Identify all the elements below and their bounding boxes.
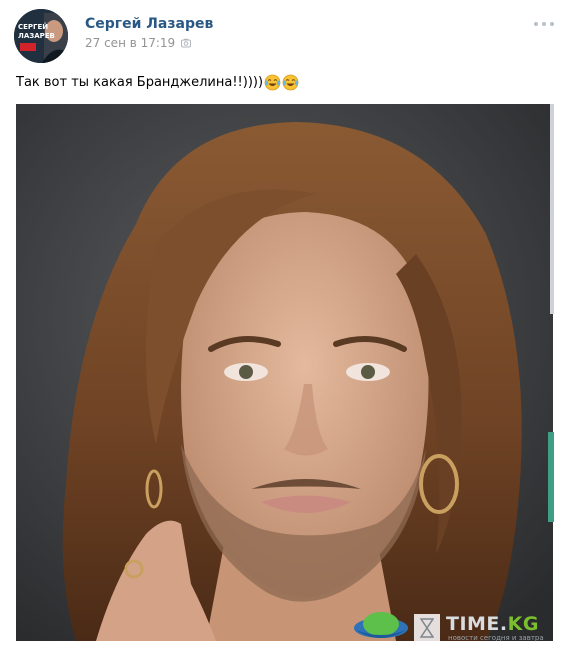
wall-post: СЕРГЕЙ ЛАЗАРЕВ Сергей Лазарев 27 сен в 1…: [0, 0, 570, 656]
side-scroll-edge: [550, 104, 554, 314]
author-name[interactable]: Сергей Лазарев: [85, 16, 213, 32]
avatar-text-2: ЛАЗАРЕВ: [18, 32, 55, 40]
more-dot-icon: [542, 22, 546, 26]
more-dot-icon: [534, 22, 538, 26]
watermark-title-main: TIME.: [446, 612, 508, 635]
hourglass-icon: [414, 614, 440, 642]
post-photo[interactable]: [16, 104, 553, 641]
watermark: TIME.KG новости сегодня и завтра: [352, 606, 566, 650]
camera-icon: [181, 38, 192, 48]
avatar-text-1: СЕРГЕЙ: [18, 22, 48, 31]
post-date-label: 27 сен в 17:19: [85, 36, 176, 50]
post-date[interactable]: 27 сен в 17:19: [85, 36, 192, 50]
avatar-image: СЕРГЕЙ ЛАЗАРЕВ: [14, 9, 68, 63]
globe-icon: [354, 612, 408, 638]
watermark-text: TIME.KG новости сегодня и завтра: [446, 614, 544, 643]
watermark-title-accent: KG: [507, 612, 539, 635]
more-dot-icon: [550, 22, 554, 26]
watermark-subtitle: новости сегодня и завтра: [448, 633, 544, 642]
post-menu-button[interactable]: [534, 18, 554, 30]
face-with-tears-of-joy-icon: [264, 74, 281, 91]
face-with-tears-of-joy-icon: [282, 74, 299, 91]
portrait-image: [16, 104, 553, 641]
watermark-title: TIME.KG: [446, 614, 544, 634]
post-text-content: Так вот ты какая Бранджелина!!)))): [16, 75, 264, 90]
avatar[interactable]: СЕРГЕЙ ЛАЗАРЕВ: [14, 9, 68, 63]
side-accent-edge: [548, 432, 554, 522]
post-text: Так вот ты какая Бранджелина!!)))): [16, 74, 299, 91]
